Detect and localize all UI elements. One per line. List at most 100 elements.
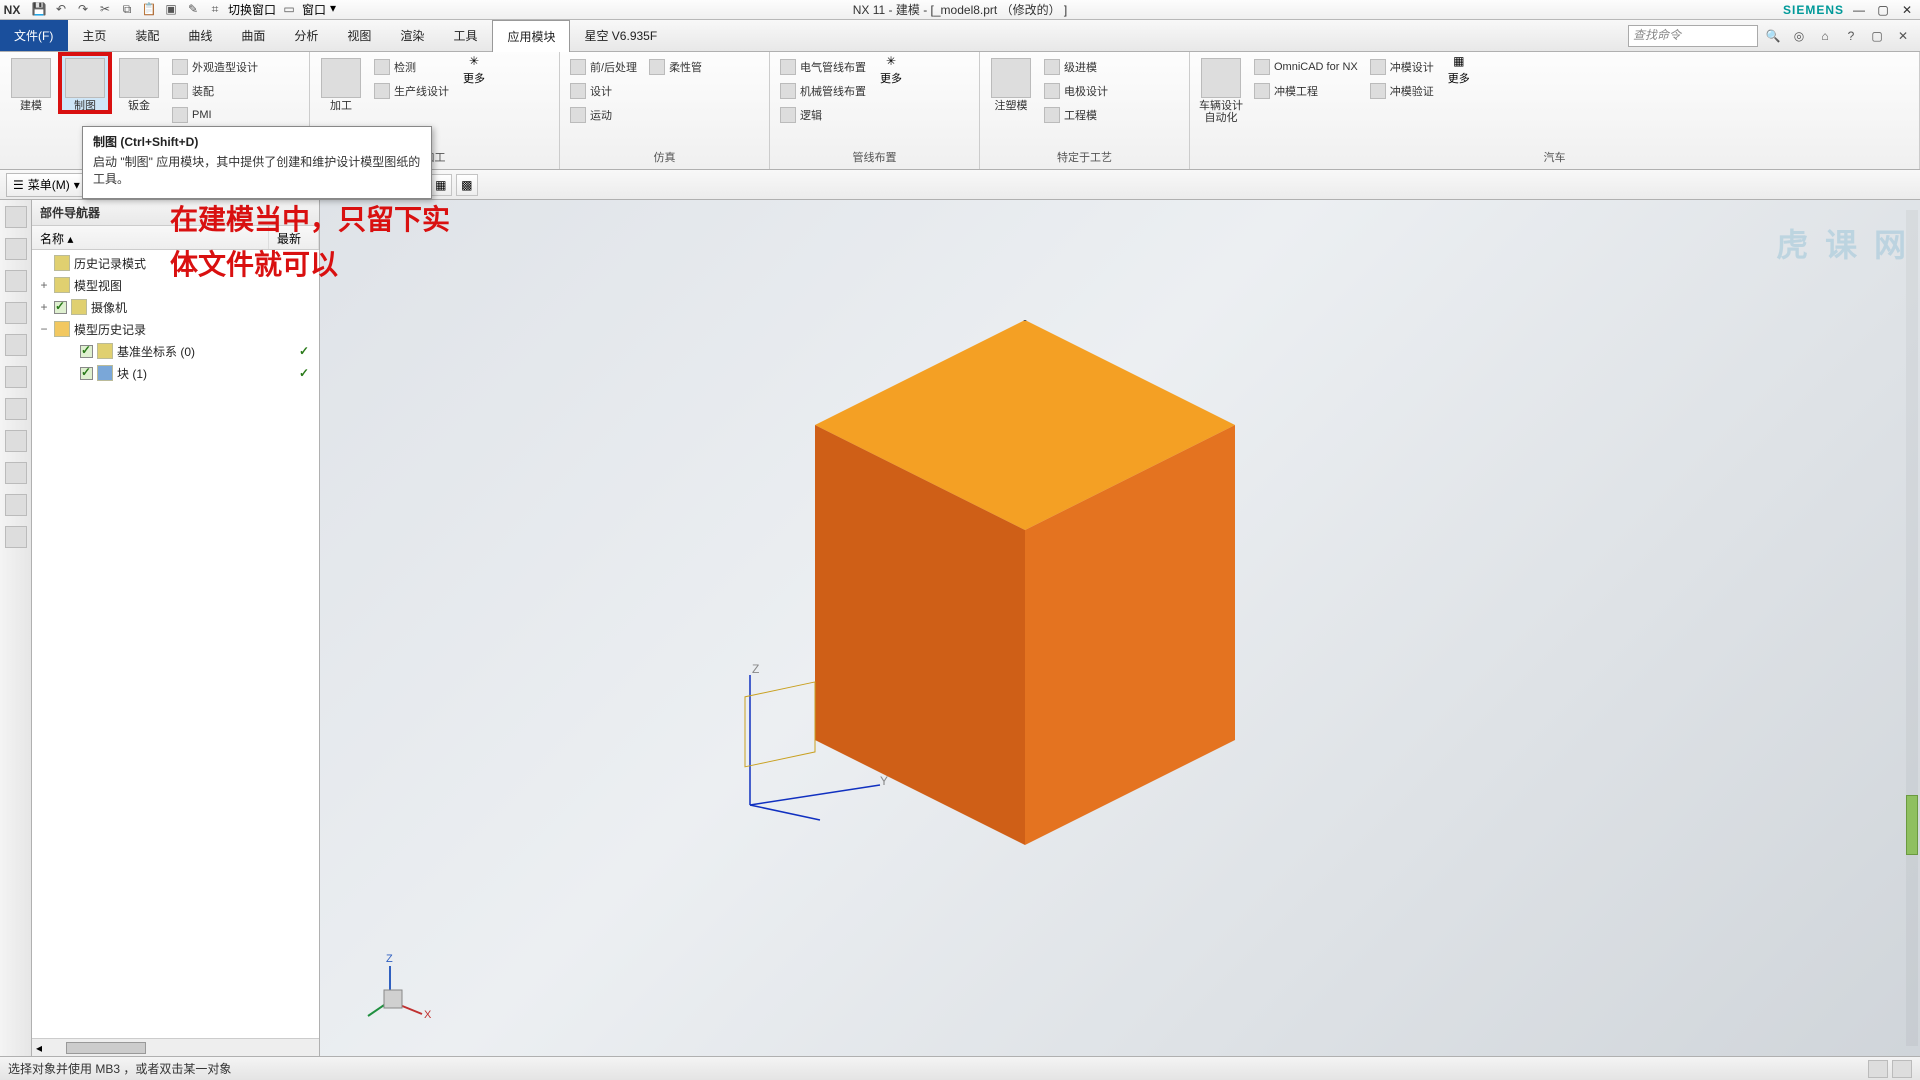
minimize-icon[interactable]: — (1850, 2, 1868, 18)
omnicad-button[interactable]: OmniCAD for NX (1250, 56, 1362, 78)
brush-icon[interactable]: ✎ (184, 1, 202, 17)
collapse-icon[interactable]: − (38, 322, 50, 336)
line-design-button[interactable]: 生产线设计 (370, 80, 453, 102)
switch-window-icon[interactable]: ⌗ (206, 1, 224, 17)
modeling-button[interactable]: 建模 (6, 54, 56, 112)
copy-icon[interactable]: ⧉ (118, 1, 136, 17)
shape-studio-button[interactable]: 外观造型设计 (168, 56, 262, 78)
constraint-nav-icon[interactable] (5, 270, 27, 292)
menu-surface[interactable]: 曲面 (227, 20, 280, 51)
menu-file[interactable]: 文件(F) (0, 20, 68, 51)
nav-tree[interactable]: 历史记录模式 +模型视图 +摄像机 −模型历史记录 基准坐标系 (0)✓ 块 (… (32, 250, 319, 1038)
menu-assembly[interactable]: 装配 (121, 20, 174, 51)
motion-button[interactable]: 运动 (566, 104, 641, 126)
logical-button[interactable]: 逻辑 (776, 104, 870, 126)
moldwizard-button[interactable]: 注塑模 (986, 54, 1036, 112)
help-icon[interactable]: ? (1840, 25, 1862, 47)
checkbox[interactable] (80, 367, 93, 380)
piping-more-button[interactable]: ✳更多 (874, 54, 908, 86)
home-icon[interactable]: ⌂ (1814, 25, 1836, 47)
drafting-button[interactable]: 制图 (60, 54, 110, 112)
paste-icon[interactable]: 📋 (140, 1, 158, 17)
flexpipe-button[interactable]: 柔性管 (645, 56, 706, 78)
machining-more-button[interactable]: ✳更多 (457, 54, 491, 86)
checkbox[interactable] (80, 345, 93, 358)
viewport-scrollbar[interactable] (1906, 210, 1918, 1046)
maximize-icon[interactable]: ▢ (1874, 2, 1892, 18)
drafting-icon (65, 58, 105, 98)
pmi-button[interactable]: PMI (168, 104, 262, 126)
chevron-down-icon[interactable]: ▾ (330, 1, 336, 18)
assembly-button[interactable]: 装配 (168, 80, 262, 102)
save-icon[interactable]: 💾 (30, 1, 48, 17)
mech-routing-button[interactable]: 机械管线布置 (776, 80, 870, 102)
sheetmetal-button[interactable]: 钣金 (114, 54, 164, 112)
menu-star[interactable]: 星空 V6.935F (570, 20, 672, 51)
expand-icon[interactable]: + (38, 278, 50, 292)
svg-text:X: X (424, 1009, 432, 1021)
tree-row[interactable]: +摄像机 (32, 296, 319, 318)
vehicle-design-button[interactable]: 车辆设计自动化 (1196, 54, 1246, 124)
tree-row[interactable]: −模型历史记录 (32, 318, 319, 340)
menu-analyze[interactable]: 分析 (280, 20, 333, 51)
menu-application-module[interactable]: 应用模块 (492, 20, 570, 52)
view-shade-icon[interactable]: ▦ (430, 174, 452, 196)
prepost-button[interactable]: 前/后处理 (566, 56, 641, 78)
status-icon-1[interactable] (1868, 1060, 1888, 1078)
menu-render[interactable]: 渲染 (386, 20, 439, 51)
main-menu-button[interactable]: ☰菜单(M)▾ (6, 173, 87, 197)
electrode-button[interactable]: 电极设计 (1040, 80, 1112, 102)
menu-curve[interactable]: 曲线 (174, 20, 227, 51)
menu-home[interactable]: 主页 (68, 20, 121, 51)
sim-design-button[interactable]: 设计 (566, 80, 641, 102)
ribbon-min-icon[interactable]: ▢ (1866, 25, 1888, 47)
die-validate-button[interactable]: 冲模验证 (1366, 80, 1438, 102)
redo-icon[interactable]: ↷ (74, 1, 92, 17)
omnicad-icon (1254, 59, 1270, 75)
auto-more-button[interactable]: ▦更多 (1442, 54, 1476, 86)
cut-icon[interactable]: ✂ (96, 1, 114, 17)
doc-close-icon[interactable]: ✕ (1892, 25, 1914, 47)
logical-icon (780, 107, 796, 123)
elec-routing-button[interactable]: 电气管线布置 (776, 56, 870, 78)
inspection-button[interactable]: 检测 (370, 56, 453, 78)
window-dropdown-label[interactable]: 窗口 (302, 1, 326, 18)
manufacturing-button[interactable]: 加工 (316, 54, 366, 112)
reuse-lib-icon[interactable] (5, 302, 27, 324)
switch-window-label[interactable]: 切换窗口 (228, 1, 276, 18)
die-eng-button[interactable]: 冲模工程 (1250, 80, 1362, 102)
search-go-icon[interactable]: 🔍 (1762, 25, 1784, 47)
undo-icon[interactable]: ↶ (52, 1, 70, 17)
menu-view[interactable]: 视图 (333, 20, 386, 51)
browser-icon[interactable] (5, 366, 27, 388)
menu-tools[interactable]: 工具 (439, 20, 492, 51)
close-icon[interactable]: ✕ (1898, 2, 1916, 18)
hd3d-icon[interactable] (5, 334, 27, 356)
tour-icon[interactable]: ◎ (1788, 25, 1810, 47)
system-icon[interactable] (5, 462, 27, 484)
cube-icon[interactable]: ▣ (162, 1, 180, 17)
chevron-down-icon: ▾ (74, 178, 80, 192)
drafting-tooltip: 制图 (Ctrl+Shift+D) 启动 "制图" 应用模块，其中提供了创建和维… (82, 126, 432, 199)
progdie-button[interactable]: 级进模 (1040, 56, 1112, 78)
process-icon[interactable] (5, 494, 27, 516)
assembly-nav-icon[interactable] (5, 238, 27, 260)
die-design-button[interactable]: 冲模设计 (1366, 56, 1438, 78)
engmold-button[interactable]: 工程模 (1040, 104, 1112, 126)
roles-icon[interactable] (5, 430, 27, 452)
expand-icon[interactable]: + (38, 300, 50, 314)
graphics-viewport[interactable]: 虎 课 网 Y Z Z X (320, 200, 1920, 1056)
tree-row[interactable]: 基准坐标系 (0)✓ (32, 340, 319, 362)
tree-row[interactable]: 块 (1)✓ (32, 362, 319, 384)
datum-csys[interactable]: Y Z (730, 645, 910, 825)
command-search-input[interactable]: 查找命令 (1628, 25, 1758, 47)
part-nav-icon[interactable] (5, 206, 27, 228)
window-icon[interactable]: ▭ (280, 1, 298, 17)
line-icon (374, 83, 390, 99)
history-icon[interactable] (5, 398, 27, 420)
view-wire-icon[interactable]: ▩ (456, 174, 478, 196)
nav-scrollbar[interactable]: ◂ (32, 1038, 319, 1056)
status-icon-2[interactable] (1892, 1060, 1912, 1078)
knurl-icon[interactable] (5, 526, 27, 548)
checkbox[interactable] (54, 301, 67, 314)
